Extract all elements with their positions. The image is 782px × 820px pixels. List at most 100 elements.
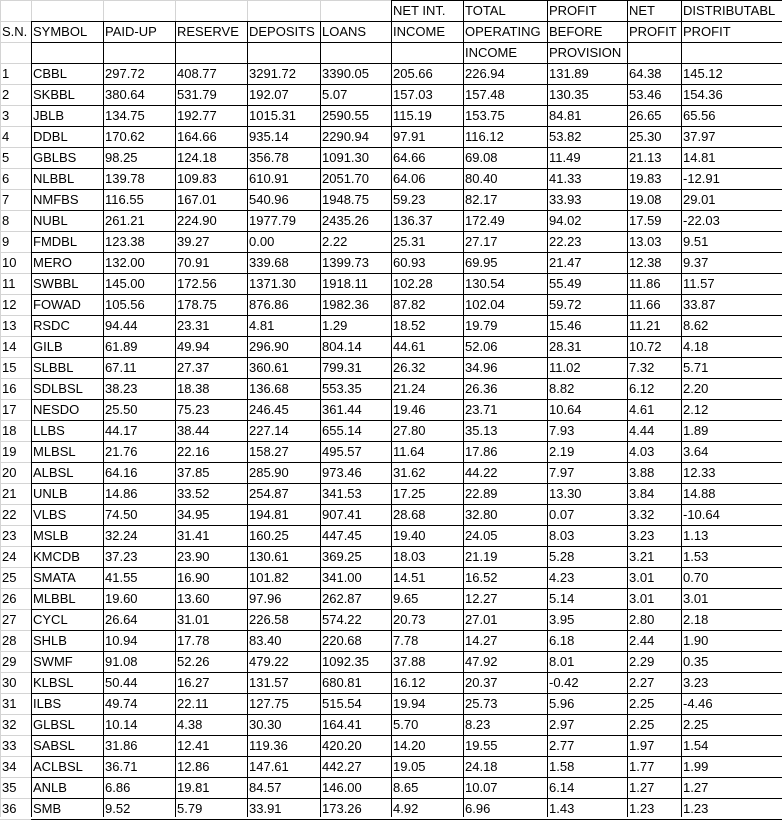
table-cell: 52.06: [465, 339, 498, 354]
table-cell: 146.00: [322, 780, 362, 795]
table-cell: 17: [2, 402, 17, 417]
table-cell: [0, 1, 31, 21]
table-cell: 9.37: [683, 255, 709, 270]
table-cell: [247, 1, 320, 21]
table-cell: -22.03: [683, 213, 720, 228]
table-cell: 973.46: [322, 465, 362, 480]
table-cell: 69.08: [465, 150, 498, 165]
table-cell: 20.37: [465, 675, 498, 690]
table-cell: FOWAD: [33, 297, 81, 312]
table-cell: 4.81: [249, 318, 275, 333]
table-cell: 8.23: [465, 717, 491, 732]
table-cell: 33: [2, 738, 17, 753]
table-cell: 44.61: [393, 339, 426, 354]
table-cell: FMDBL: [33, 234, 78, 249]
table-cell: 1.23: [629, 801, 655, 816]
table-cell: [320, 1, 391, 21]
table-cell: 21.13: [629, 150, 662, 165]
table-cell: 26.65: [629, 108, 662, 123]
table-cell: 23.71: [465, 402, 498, 417]
table-cell: 0.07: [549, 507, 575, 522]
table-cell: 11.66: [629, 297, 661, 312]
table-cell: 4.18: [683, 339, 709, 354]
table-cell: 164.66: [177, 129, 217, 144]
table-cell: 13: [2, 318, 17, 333]
table-cell: 32: [2, 717, 17, 732]
table-cell: 479.22: [249, 654, 289, 669]
table-cell: 167.01: [177, 192, 217, 207]
table-cell: 123.38: [105, 234, 145, 249]
table-cell: 82.17: [465, 192, 498, 207]
table-cell: ACLBSL: [33, 759, 83, 774]
table-cell: 0.00: [249, 234, 275, 249]
table-cell: 12: [2, 297, 17, 312]
table-cell: 285.90: [249, 465, 289, 480]
table-cell: 192.77: [177, 108, 217, 123]
table-cell: 1.97: [629, 738, 655, 753]
table-cell: 17.25: [393, 486, 426, 501]
table-cell: 7.32: [629, 360, 655, 375]
table-cell: ALBSL: [33, 465, 74, 480]
table-cell: 116.12: [465, 129, 504, 144]
table-cell: 1: [2, 66, 10, 81]
table-cell: 1918.11: [322, 276, 369, 291]
table-cell: 59.23: [393, 192, 426, 207]
table-cell: 2.12: [683, 402, 709, 417]
table-cell: 173.26: [322, 801, 362, 816]
table-cell: 495.57: [322, 444, 362, 459]
table-cell: 52.26: [177, 654, 210, 669]
table-cell: 2.29: [629, 654, 655, 669]
table-cell: PROFIT: [683, 24, 731, 39]
table-cell: 19.40: [393, 528, 426, 543]
table-cell: 8.01: [549, 654, 575, 669]
table-cell: 131.57: [249, 675, 289, 690]
table-cell: 16.52: [465, 570, 498, 585]
table-cell: 132.00: [105, 255, 145, 270]
table-cell: UNLB: [33, 486, 68, 501]
table-cell: -4.46: [683, 696, 713, 711]
table-cell: 64.38: [629, 66, 662, 81]
table-cell: 5.96: [549, 696, 575, 711]
table-cell: [0, 43, 31, 63]
table-cell: SYMBOL: [33, 24, 88, 39]
table-cell: 87.82: [393, 297, 426, 312]
table-cell: 3.23: [629, 528, 655, 543]
table-cell: 7: [2, 192, 10, 207]
table-cell: 3390.05: [322, 66, 369, 81]
table-cell: 8.65: [393, 780, 419, 795]
table-cell: [320, 43, 391, 63]
table-cell: 97.91: [393, 129, 426, 144]
table-cell: 22.23: [549, 234, 582, 249]
table-cell: 1948.75: [322, 192, 369, 207]
table-cell: 2.18: [683, 612, 709, 627]
table-cell: 30.30: [249, 717, 282, 732]
table-cell: ANLB: [33, 780, 67, 795]
table-cell: 14.88: [683, 486, 716, 501]
table-cell: ILBS: [33, 696, 62, 711]
table-cell: 1.53: [683, 549, 709, 564]
table-cell: 37.97: [683, 129, 716, 144]
table-cell: RESERVE: [177, 24, 239, 39]
table-cell: 19.46: [393, 402, 426, 417]
table-cell: 24.18: [465, 759, 498, 774]
table-cell: DISTRIBUTABL: [683, 3, 776, 18]
table-cell: 26.64: [105, 612, 138, 627]
table-cell: 14.20: [393, 738, 426, 753]
table-cell: 157.03: [393, 87, 433, 102]
table-cell: 21.76: [105, 444, 138, 459]
table-cell: 25: [2, 570, 17, 585]
table-cell: 67.11: [105, 360, 137, 375]
table-cell: 22: [2, 507, 17, 522]
table-cell: 84.81: [549, 108, 582, 123]
table-cell: 18.03: [393, 549, 426, 564]
table-cell: 369.25: [322, 549, 362, 564]
table-cell: 33.93: [549, 192, 582, 207]
table-cell: 6.14: [549, 780, 575, 795]
table-cell: 192.07: [249, 87, 289, 102]
table-cell: MSLB: [33, 528, 69, 543]
table-cell: SDLBSL: [33, 381, 83, 396]
table-cell: 127.75: [249, 696, 289, 711]
table-cell: 2: [2, 87, 10, 102]
table-cell: 13.03: [629, 234, 662, 249]
table-cell: 341.00: [322, 570, 362, 585]
